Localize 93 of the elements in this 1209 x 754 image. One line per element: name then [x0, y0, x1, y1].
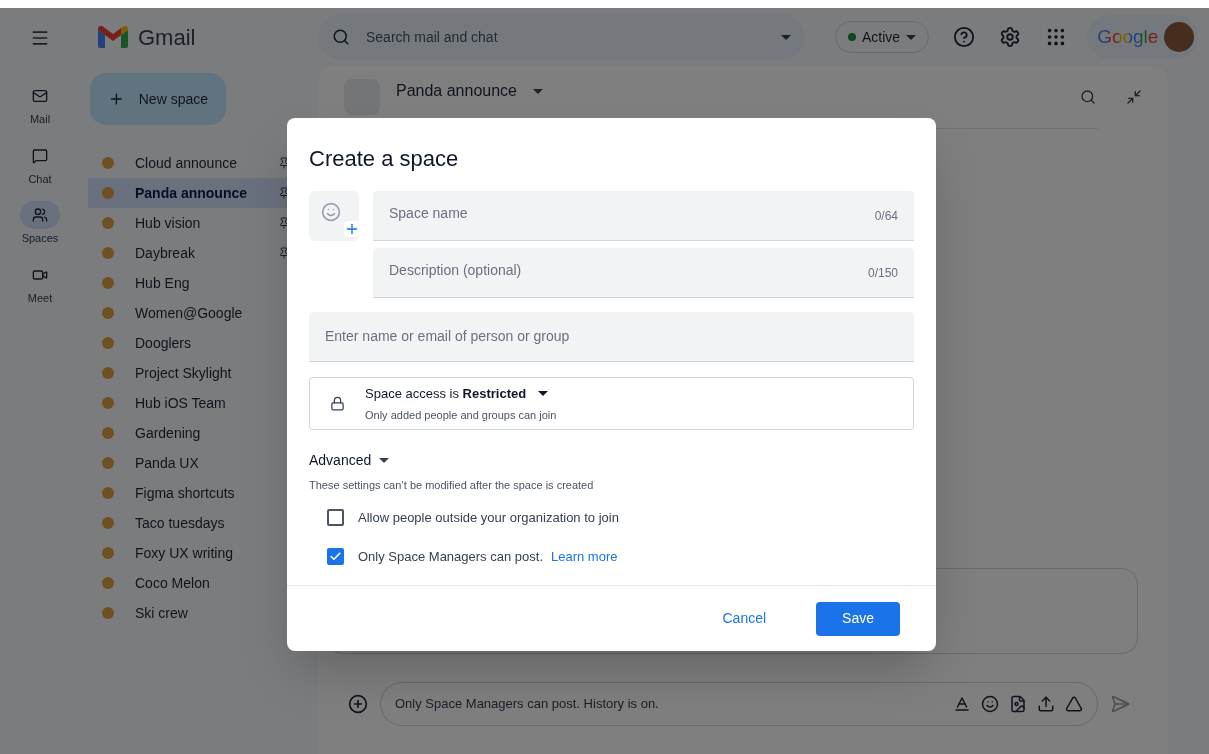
space-item[interactable]: Women@Google: [88, 298, 300, 328]
search-field[interactable]: Search mail and chat: [318, 14, 805, 60]
search-input[interactable]: Search mail and chat: [366, 26, 765, 48]
space-item[interactable]: Cloud announce: [88, 148, 300, 178]
pin-icon[interactable]: [278, 187, 290, 199]
menu-icon[interactable]: [30, 28, 50, 48]
advanced-note: These settings can’t be modified after the space is created: [309, 478, 595, 493]
account-chip[interactable]: Google: [1087, 15, 1199, 59]
add-icon[interactable]: [348, 694, 368, 714]
space-avatar-icon: [102, 247, 114, 259]
pin-icon[interactable]: [278, 217, 290, 229]
learn-more-link[interactable]: Learn more: [551, 547, 618, 567]
collapse-icon[interactable]: [1126, 89, 1142, 105]
space-avatar-icon: [102, 457, 114, 469]
save-button[interactable]: Save: [816, 601, 900, 636]
new-space-button[interactable]: New space: [90, 73, 226, 125]
option-label: Allow people outside your organization to join: [358, 508, 619, 527]
access-selector[interactable]: Space access is Restricted Only added people and groups can join: [309, 377, 914, 430]
caret-icon: [538, 391, 549, 397]
space-item[interactable]: Hub vision: [88, 208, 300, 238]
checkbox[interactable]: [327, 508, 344, 526]
pin-icon[interactable]: [278, 157, 290, 169]
lock-icon: [330, 396, 345, 411]
space-avatar-icon: [102, 367, 114, 379]
text-input[interactable]: Description (optional): [389, 260, 868, 281]
space-avatar-icon: [102, 307, 114, 319]
plus-icon: [344, 221, 360, 237]
people-field[interactable]: Enter name or email of person or group: [309, 312, 914, 362]
cancel-button[interactable]: Cancel: [696, 601, 793, 636]
space-item[interactable]: Foxy UX writing: [88, 538, 300, 568]
space-item[interactable]: Taco tuesdays: [88, 508, 300, 538]
text-field[interactable]: Description (optional) 0/150: [373, 248, 914, 298]
people-icon: [32, 207, 48, 223]
text-input[interactable]: Space name: [389, 203, 875, 224]
space-avatar-icon: [102, 217, 114, 229]
access-hint: Only added people and groups can join: [365, 407, 557, 423]
space-avatar-icon: [102, 337, 114, 349]
smiley-icon[interactable]: [981, 695, 999, 713]
dialog-title: Create a space: [309, 145, 460, 173]
text-field[interactable]: Space name 0/64: [373, 191, 914, 241]
people-input[interactable]: Enter name or email of person or group: [325, 326, 898, 347]
checkbox[interactable]: [327, 548, 344, 566]
emoji-picker-button[interactable]: [309, 191, 359, 241]
app-name: Gmail: [138, 23, 196, 52]
caret-icon: [533, 88, 543, 94]
space-avatar-icon: [102, 577, 114, 589]
settings-icon[interactable]: [999, 26, 1022, 48]
space-item[interactable]: Project Skylight: [88, 358, 300, 388]
space-item[interactable]: Gardening: [88, 418, 300, 448]
upload-icon[interactable]: [1037, 695, 1055, 713]
rail-item[interactable]: Meet: [8, 260, 72, 306]
avatar: [1164, 22, 1195, 52]
space-avatar-icon: [102, 517, 114, 529]
rail-item[interactable]: Mail: [8, 82, 72, 128]
pin-icon[interactable]: [278, 247, 290, 259]
space-avatar-icon: [102, 187, 114, 199]
envelope-icon: [32, 88, 48, 104]
access-label: Space access is Restricted: [365, 385, 527, 403]
space-item[interactable]: Hub iOS Team: [88, 388, 300, 418]
space-avatar-icon: [102, 607, 114, 619]
rail-item[interactable]: Chat: [8, 141, 72, 187]
text-format-icon[interactable]: [953, 695, 971, 713]
caret-icon: [781, 34, 791, 40]
space-item[interactable]: Hub Eng: [88, 268, 300, 298]
caret-icon: [379, 458, 390, 463]
space-avatar-icon: [102, 547, 114, 559]
conversation-title: Panda announce: [396, 81, 517, 101]
space-item[interactable]: Figma shortcuts: [88, 478, 300, 508]
space-item[interactable]: Panda UX: [88, 448, 300, 478]
m-logo-icon: [98, 26, 128, 48]
space-avatar-icon: [102, 277, 114, 289]
composer-input[interactable]: Only Space Managers can post. History is on.: [395, 694, 943, 714]
rail-item[interactable]: Spaces: [8, 201, 72, 247]
image-icon[interactable]: [1009, 695, 1027, 713]
space-item[interactable]: Ski crew: [88, 598, 300, 628]
chat-bubble-icon: [32, 147, 48, 164]
advanced-toggle[interactable]: Advanced: [309, 450, 390, 471]
option-label: Only Space Managers can post.: [358, 548, 543, 566]
space-item[interactable]: Dooglers: [88, 328, 300, 358]
caret-icon: [906, 34, 917, 40]
help-icon[interactable]: [953, 26, 976, 48]
smiley-icon: [321, 202, 341, 222]
search-icon[interactable]: [1080, 89, 1096, 105]
space-avatar-icon: [102, 157, 114, 169]
space-avatar-icon: [102, 487, 114, 499]
space-item[interactable]: Daybreak: [88, 238, 300, 268]
space-item[interactable]: Coco Melon: [88, 568, 300, 598]
search-icon: [332, 28, 350, 46]
space-avatar-icon: [102, 427, 114, 439]
character-counter: 0/64: [874, 207, 898, 225]
triangle-icon[interactable]: [1065, 695, 1083, 713]
space-avatar-icon: [102, 397, 114, 409]
character-counter: 0/150: [867, 264, 898, 282]
